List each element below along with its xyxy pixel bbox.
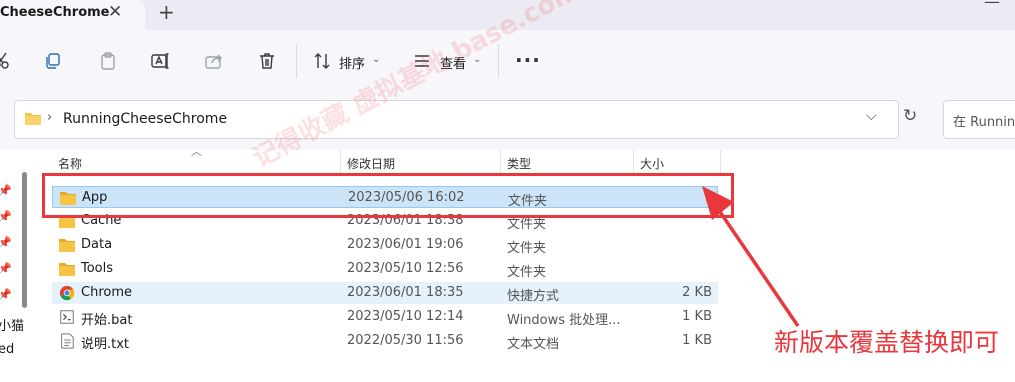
file-row-start-bat[interactable]: 开始.bat 2023/05/10 12:14 Windows 批处理... 1…	[52, 306, 718, 328]
file-type: 文件夹	[507, 241, 547, 256]
new-tab-icon[interactable]: +	[158, 0, 175, 24]
file-row-tools[interactable]: Tools 2023/05/10 12:56 文件夹	[52, 258, 718, 280]
file-type: 快捷方式	[507, 289, 560, 304]
more-options-button[interactable]: ···	[515, 48, 541, 72]
pin-icon[interactable]: 📌	[0, 288, 12, 301]
file-type: 文件夹	[507, 265, 547, 280]
nav-scrollbar[interactable]	[22, 172, 27, 308]
sort-ascending-icon: ︿	[191, 145, 202, 158]
file-name: Chrome	[81, 285, 132, 300]
file-date: 2023/05/10 12:14	[347, 309, 464, 324]
copy-icon[interactable]	[42, 50, 64, 72]
column-header-name[interactable]: 名称	[58, 155, 82, 172]
annotation-arrow	[702, 186, 800, 327]
column-header-date[interactable]: 修改日期	[347, 155, 395, 172]
batch-file-icon	[60, 310, 74, 324]
folder-icon	[24, 111, 42, 130]
tab-title: CheeseChrome	[0, 5, 110, 20]
file-row-data[interactable]: Data 2023/06/01 19:06 文件夹	[52, 234, 718, 256]
file-date: 2023/06/01 18:35	[347, 285, 464, 300]
sort-icon[interactable]	[311, 50, 333, 72]
file-type: Windows 批处理...	[507, 313, 621, 328]
share-icon[interactable]	[203, 50, 225, 72]
file-date: 2022/05/30 11:56	[347, 333, 464, 348]
paste-icon[interactable]	[97, 50, 119, 72]
refresh-icon[interactable]: ↻	[903, 106, 917, 126]
cut-icon[interactable]	[0, 50, 12, 72]
pin-icon[interactable]: 📌	[0, 184, 12, 197]
annotation-text: 新版本覆盖替换即可	[774, 328, 1000, 357]
minimize-icon[interactable]: —	[984, 0, 1000, 11]
column-header-size[interactable]: 大小	[640, 155, 664, 172]
nav-item[interactable]: ed	[0, 342, 14, 357]
text-file-icon	[61, 333, 74, 349]
breadcrumb-runningcheesechrome[interactable]: RunningCheeseChrome	[63, 111, 227, 127]
file-type: 文本文档	[507, 337, 560, 352]
breadcrumb-chevron-icon[interactable]: ›	[47, 110, 52, 125]
file-name: Data	[81, 237, 113, 252]
search-placeholder: 在 Runnin	[953, 115, 1015, 130]
file-name: 说明.txt	[81, 337, 130, 352]
chrome-icon	[59, 285, 75, 301]
file-date: 2023/06/01 19:06	[347, 237, 464, 252]
annotation-highlight-box	[42, 173, 734, 218]
pin-icon[interactable]: 📌	[0, 262, 12, 275]
file-name: 开始.bat	[81, 313, 133, 328]
rename-icon[interactable]	[149, 50, 171, 72]
column-header-type[interactable]: 类型	[507, 155, 531, 172]
file-row-chrome[interactable]: Chrome 2023/06/01 18:35 快捷方式 2 KB	[52, 282, 718, 304]
file-size: 1 KB	[682, 333, 712, 348]
toolbar-divider	[296, 44, 297, 78]
tab-close-icon[interactable]: ✕	[108, 2, 122, 22]
file-row-readme-txt[interactable]: 说明.txt 2022/05/30 11:56 文本文档 1 KB	[52, 330, 718, 352]
pin-icon[interactable]: 📌	[0, 210, 12, 223]
pin-icon[interactable]: 📌	[0, 236, 12, 249]
sort-button[interactable]: 排序	[339, 53, 365, 72]
address-history-dropdown-icon[interactable]: ⌵	[866, 108, 877, 124]
nav-item[interactable]: 小猫	[0, 315, 24, 334]
folder-icon	[59, 263, 75, 276]
sort-chevron-icon[interactable]: ⌄	[372, 54, 380, 65]
file-date: 2023/05/10 12:56	[347, 261, 464, 276]
file-name: Tools	[81, 261, 114, 276]
delete-icon[interactable]	[256, 50, 278, 72]
folder-icon	[59, 239, 75, 252]
